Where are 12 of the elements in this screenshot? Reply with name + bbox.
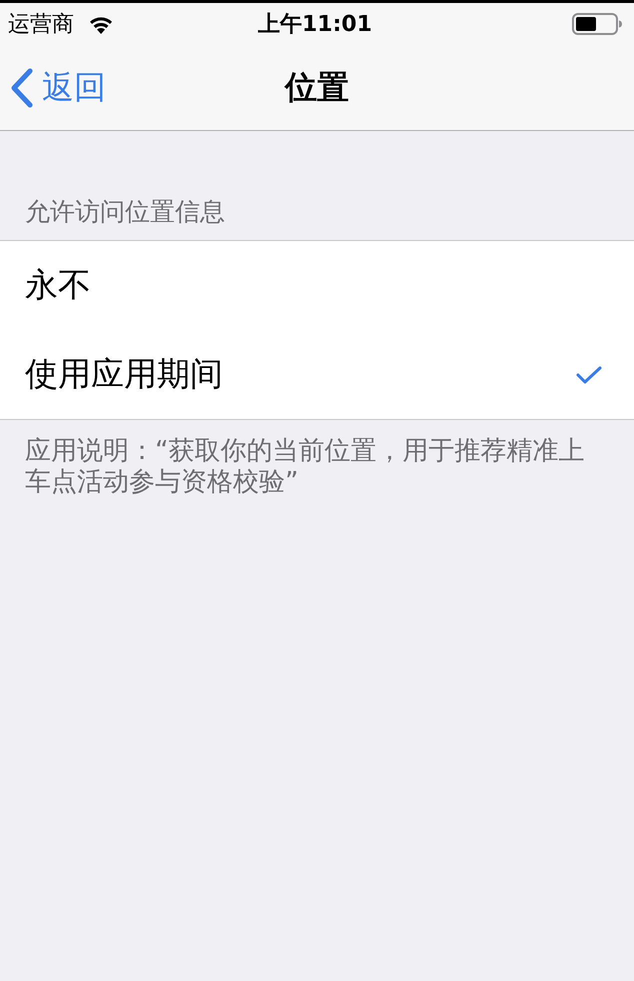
back-button[interactable]: 返回 (10, 66, 106, 110)
option-row[interactable]: 永不 (0, 241, 634, 330)
option-label: 永不 (25, 264, 91, 306)
option-row[interactable]: 使用应用期间 (0, 330, 634, 419)
status-time: 上午11:01 (258, 11, 372, 39)
section-header: 允许访问位置信息 (24, 196, 226, 228)
page-title: 位置 (285, 66, 349, 108)
back-chevron-icon (10, 68, 34, 108)
option-label: 使用应用期间 (25, 353, 223, 395)
carrier-name: 运营商 (8, 11, 74, 39)
section-footer-text: 应用说明：“获取你的当前位置，用于推荐精准上车点活动参与资格校验” (24, 435, 586, 498)
battery-icon (572, 13, 622, 35)
